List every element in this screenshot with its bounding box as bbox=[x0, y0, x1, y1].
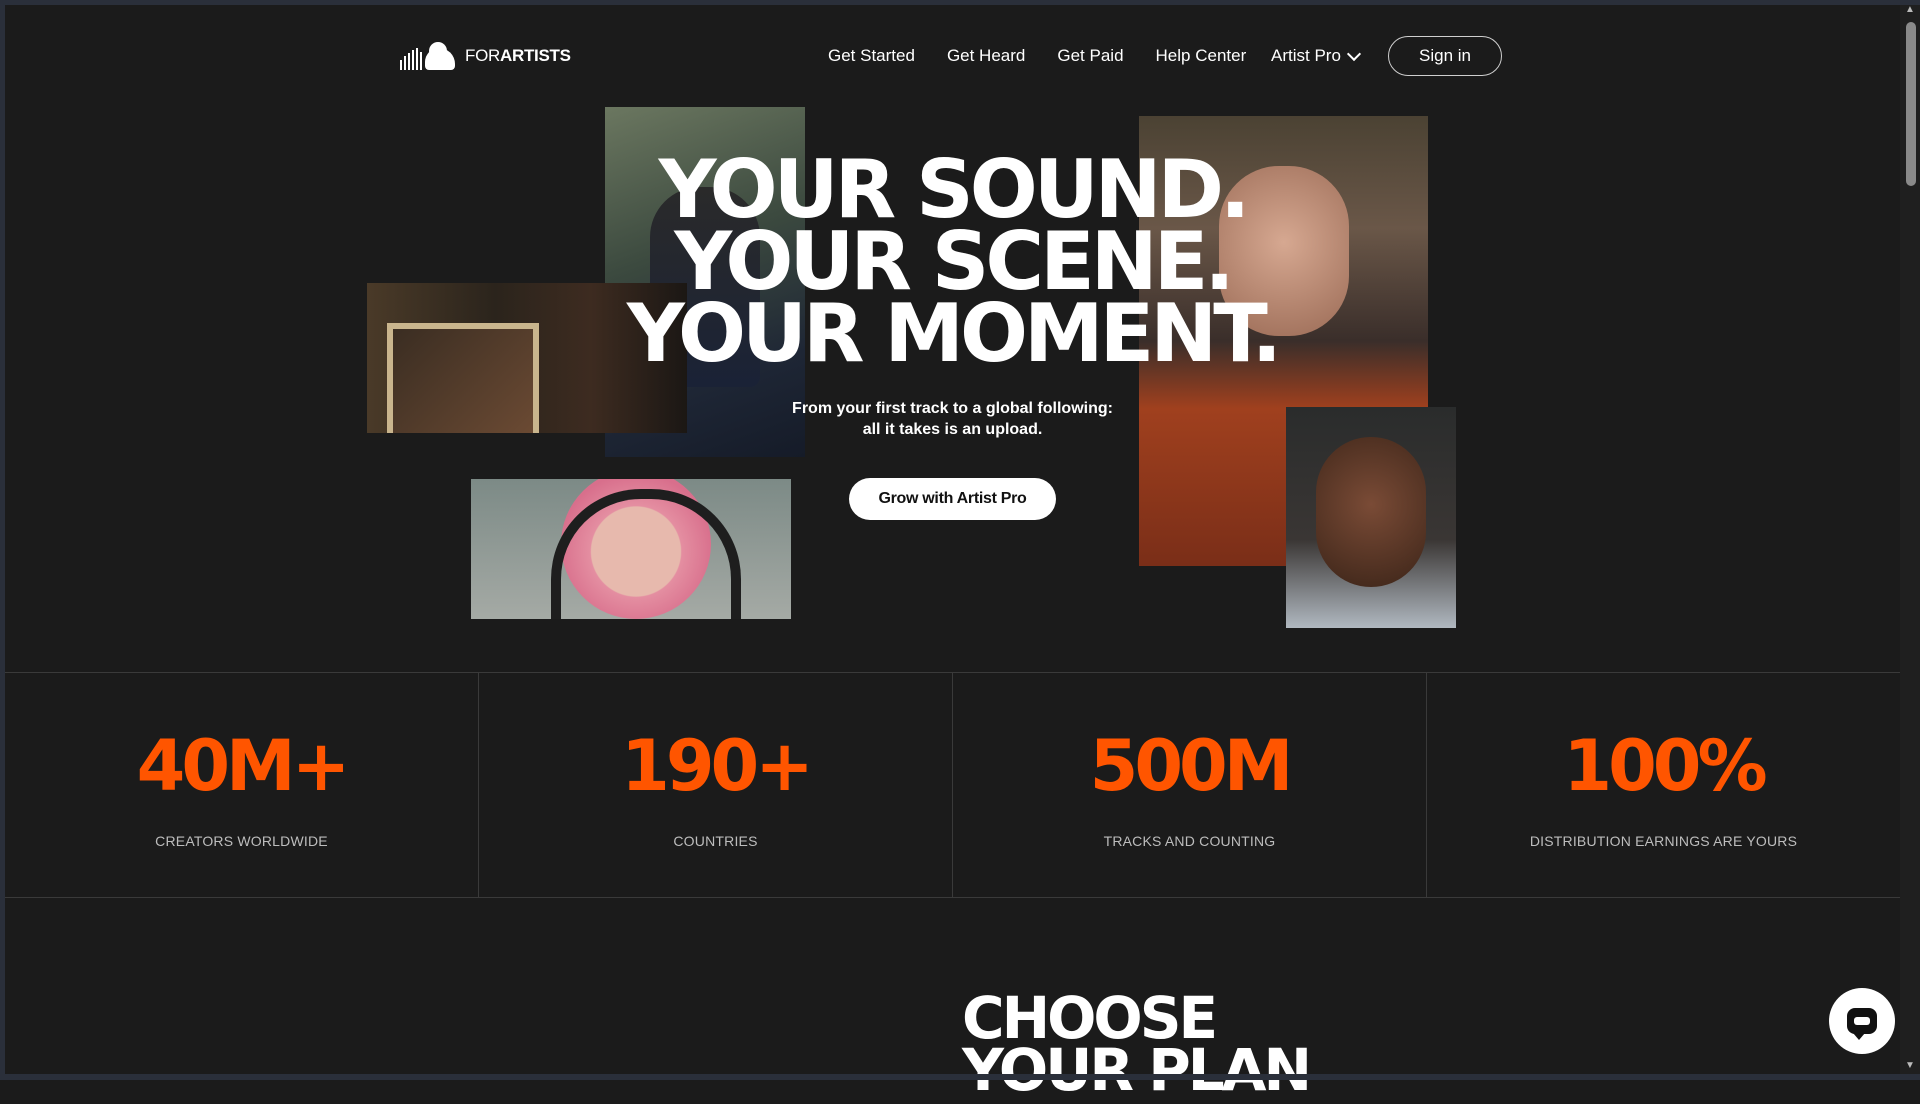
hero-photo-woman-eyes-closed bbox=[1286, 407, 1456, 628]
scrollbar-thumb[interactable] bbox=[1906, 22, 1916, 186]
stat-label: COUNTRIES bbox=[673, 833, 758, 849]
stat-earnings: 100% DISTRIBUTION EARNINGS ARE YOURS bbox=[1427, 673, 1900, 897]
stat-label: CREATORS WORLDWIDE bbox=[155, 833, 328, 849]
top-nav: FORARTISTS Get Started Get Heard Get Pai… bbox=[400, 36, 1503, 76]
stat-label: TRACKS AND COUNTING bbox=[1103, 833, 1276, 849]
stat-tracks: 500M TRACKS AND COUNTING bbox=[953, 673, 1427, 897]
nav-link-help-center[interactable]: Help Center bbox=[1156, 46, 1247, 66]
hero-subtitle-line-2: all it takes is an upload. bbox=[862, 421, 1043, 438]
scroll-down-icon[interactable]: ▼ bbox=[1904, 1060, 1916, 1072]
nav-link-get-started[interactable]: Get Started bbox=[828, 46, 915, 66]
nav-links: Get Started Get Heard Get Paid Help Cent… bbox=[828, 46, 1278, 66]
hero-title: YOUR SOUND. YOUR SCENE. YOUR MOMENT. bbox=[0, 150, 1905, 380]
artist-pro-label: Artist Pro bbox=[1271, 46, 1341, 65]
soundcloud-logo-icon bbox=[400, 42, 455, 70]
hero-photo-headphones bbox=[471, 479, 791, 619]
scroll-up-icon[interactable]: ▲ bbox=[1904, 4, 1916, 16]
artist-pro-dropdown[interactable]: Artist Pro bbox=[1271, 46, 1361, 66]
logo-text-artists: ARTISTS bbox=[499, 46, 571, 65]
hero-subtitle: From your first track to a global follow… bbox=[0, 398, 1905, 440]
soundcloud-logo[interactable]: FORARTISTS bbox=[400, 42, 571, 70]
stat-value: 500M bbox=[1089, 725, 1294, 807]
chevron-down-icon bbox=[1346, 46, 1361, 61]
chat-button[interactable] bbox=[1829, 988, 1895, 1054]
stat-creators: 40M+ CREATORS WORLDWIDE bbox=[5, 673, 479, 897]
sign-in-button[interactable]: Sign in bbox=[1388, 36, 1502, 76]
logo-text-for: FOR bbox=[465, 46, 500, 65]
scrollbar[interactable]: ▲ ▼ bbox=[1900, 0, 1920, 1080]
hero-subtitle-line-1: From your first track to a global follow… bbox=[792, 400, 1113, 417]
choose-plan-title-line-2: YOUR PLAN bbox=[962, 1036, 1312, 1104]
stat-countries: 190+ COUNTRIES bbox=[479, 673, 953, 897]
stats-bar: 40M+ CREATORS WORLDWIDE 190+ COUNTRIES 5… bbox=[5, 672, 1900, 898]
stat-value: 100% bbox=[1563, 725, 1767, 807]
nav-link-get-heard[interactable]: Get Heard bbox=[947, 46, 1025, 66]
choose-plan-title: CHOOSE YOUR PLAN bbox=[962, 989, 1312, 1104]
stat-value: 40M+ bbox=[136, 725, 351, 807]
chat-bubble-icon bbox=[1847, 1008, 1877, 1040]
stat-value: 190+ bbox=[621, 725, 814, 807]
nav-link-get-paid[interactable]: Get Paid bbox=[1057, 46, 1123, 66]
stat-label: DISTRIBUTION EARNINGS ARE YOURS bbox=[1529, 833, 1798, 849]
hero-title-line-3: YOUR MOMENT. bbox=[626, 287, 1282, 380]
logo-text: FORARTISTS bbox=[465, 46, 571, 66]
grow-with-artist-pro-button[interactable]: Grow with Artist Pro bbox=[849, 478, 1056, 520]
